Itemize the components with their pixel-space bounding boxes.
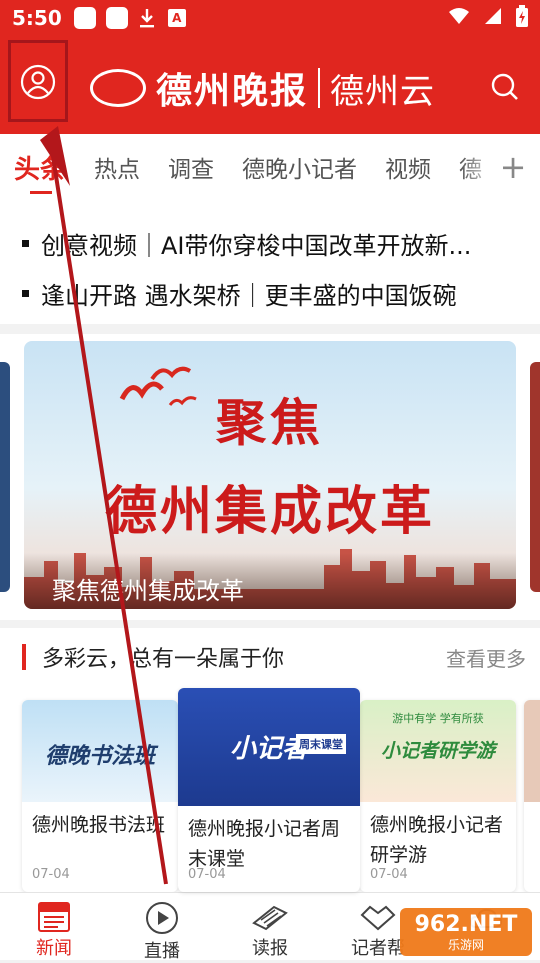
signal-icon [484,7,502,29]
card-title: 德州晚报书法班 [32,814,166,836]
headline-item[interactable]: 逢山开路 遇水架桥｜更丰盛的中国饭碗 [22,268,520,318]
thumb-text: 小记者研学游 [380,740,495,762]
add-channel-button[interactable]: + [498,148,528,186]
nav-news[interactable]: 新闻 [0,893,108,960]
card-title: 德州晚报小记者周末课堂 [188,818,341,870]
feature-card[interactable]: 游中有学 学有所获 小记者研学游 德州晚报小记者研学游 07-04 [360,700,516,892]
banner-caption: 聚焦德州集成改革 [24,553,516,609]
headline-item[interactable]: 创意视频｜AI带你穿梭中国改革开放新... [22,218,520,268]
tabs-fade [460,134,500,200]
nav-label: 直播 [144,941,180,962]
bullet-icon [22,289,29,297]
thumb-text: 德晚书法班 [44,743,155,769]
feature-card[interactable]: 小记者 周末课堂 德州晚报小记者周末课堂 07-04 [178,688,360,892]
tab-hot[interactable]: 热点 [94,150,140,184]
card-thumbnail: 德晚书法班 [22,700,178,802]
tab-young-reporter[interactable]: 德晚小记者 [242,150,357,184]
card-date: 07-04 [32,867,70,882]
section-accent-bar [22,644,26,670]
card-thumbnail: 游中有学 学有所获 小记者研学游 [360,700,516,802]
headline-list: 创意视频｜AI带你穿梭中国改革开放新... 逢山开路 遇水架桥｜更丰盛的中国饭碗 [0,200,540,324]
a-icon: A [167,9,186,27]
user-icon [19,63,57,105]
nav-label: 记者帮 [351,938,405,959]
live-play-icon [145,901,179,935]
carousel-next-peek[interactable] [530,362,540,592]
brand-name: 德州晚报 [156,70,309,112]
thumb-top-text: 游中有学 学有所获 [392,712,484,725]
banner-line1: 聚焦 [216,393,324,452]
card-thumbnail [524,700,540,802]
section-title: 多彩云，总有一朵属于你 [42,647,285,672]
wifi-icon [448,7,470,29]
see-more-link[interactable]: 查看更多 [446,643,526,672]
app-header: 德州晚报 德州云 [0,36,540,134]
watermark-sub: 乐游网 [447,937,484,952]
app-logo: 德州晚报 德州云 [90,62,435,114]
newspaper-icon [252,901,288,932]
app-icon [105,7,128,29]
watermark-main: 962.NET [414,911,518,937]
card-title: 德州晚报小记者研学游 [370,814,504,866]
battery-icon [516,5,528,31]
banner-slide[interactable]: 聚焦 德州集成改革 聚焦德州集成改革 [24,341,516,609]
card-date: 07-04 [370,867,408,882]
thumb-badge: 周末课堂 [296,734,346,754]
status-bar: 5:50 A [0,0,540,36]
status-time: 5:50 [12,6,62,30]
feature-card-peek[interactable] [524,700,540,892]
carousel-prev-peek[interactable] [0,362,10,592]
handshake-icon [360,901,396,932]
channel-tabs: 头条 热点 调查 德晚小记者 视频 德 + [0,134,540,200]
logo-mark [90,69,146,107]
bullet-icon [22,239,29,247]
search-icon [490,73,520,106]
nav-label: 读报 [252,938,288,959]
nav-label: 新闻 [36,938,72,959]
download-icon [138,7,158,29]
nav-read-paper[interactable]: 读报 [216,893,324,960]
tab-headlines[interactable]: 头条 [14,149,66,194]
card-date: 07-04 [188,867,226,882]
nav-live[interactable]: 直播 [108,893,216,962]
headline-text: 创意视频｜AI带你穿梭中国改革开放新... [41,231,472,260]
site-watermark: 962.NET 乐游网 [400,908,532,956]
user-profile-button[interactable] [8,40,68,122]
tab-video[interactable]: 视频 [385,150,431,184]
section-header: 多彩云，总有一朵属于你 查看更多 [22,642,526,672]
search-button[interactable] [490,72,520,106]
logo-divider [318,68,321,108]
tab-investigation[interactable]: 调查 [168,150,214,184]
news-icon [38,901,70,932]
card-thumbnail: 小记者 周末课堂 [178,688,360,806]
headline-text: 逢山开路 遇水架桥｜更丰盛的中国饭碗 [41,281,457,310]
feature-card[interactable]: 德晚书法班 德州晚报书法班 07-04 [22,700,178,892]
sub-brand-name: 德州云 [330,71,436,112]
app-icon [73,7,96,29]
banner-carousel: 聚焦 德州集成改革 聚焦德州集成改革 [0,334,540,620]
